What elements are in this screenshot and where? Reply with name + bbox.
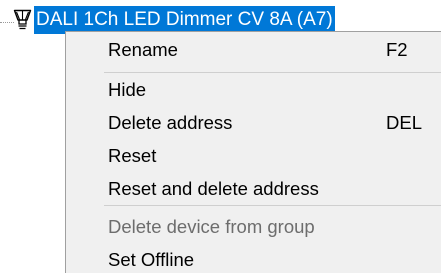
- tree-connector-line: [0, 22, 14, 23]
- menu-item-rename[interactable]: Rename F2: [66, 34, 441, 66]
- menu-item-shortcut: DEL: [386, 112, 422, 133]
- menu-item-reset-and-delete-address[interactable]: Reset and delete address: [66, 173, 441, 205]
- menu-item-label: Hide: [108, 79, 147, 100]
- menu-item-shortcut: F2: [386, 39, 408, 60]
- menu-item-hide[interactable]: Hide: [66, 74, 441, 106]
- menu-item-reset[interactable]: Reset: [66, 140, 441, 172]
- device-node-label[interactable]: DALI 1Ch LED Dimmer CV 8A (A7): [34, 6, 335, 34]
- menu-separator: [104, 72, 441, 73]
- context-menu: Rename F2 Hide Delete address DEL Reset …: [65, 31, 441, 273]
- menu-separator: [104, 205, 441, 206]
- menu-item-delete-device-from-group: Delete device from group: [66, 211, 441, 243]
- menu-item-label: Delete device from group: [108, 216, 315, 237]
- menu-item-delete-address[interactable]: Delete address DEL: [66, 107, 441, 139]
- menu-item-label: Reset: [108, 145, 157, 166]
- menu-item-label: Set Offline: [108, 249, 195, 270]
- lamp-icon: [13, 9, 32, 30]
- menu-item-label: Rename: [108, 39, 178, 60]
- menu-item-set-offline[interactable]: Set Offline: [66, 244, 441, 276]
- menu-item-label: Delete address: [108, 112, 233, 133]
- menu-item-label: Reset and delete address: [108, 178, 319, 199]
